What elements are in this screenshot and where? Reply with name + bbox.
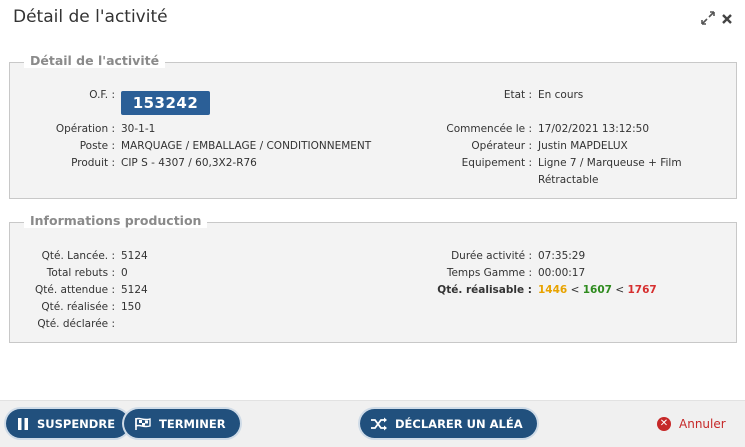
qte-realisable-min: 1446 [538, 284, 568, 296]
cancel-x-icon: ✕ [657, 417, 671, 431]
pause-icon [16, 417, 30, 431]
dialog-title: Détail de l'activité [13, 7, 168, 27]
expand-arrows-icon[interactable] [701, 10, 715, 29]
suspend-label: SUSPENDRE [37, 416, 116, 431]
etat-value: En cours [538, 89, 584, 101]
duree-value: 07:35:29 [538, 250, 586, 262]
total-rebuts-value: 0 [121, 267, 128, 279]
duree-label: Durée activité : [451, 250, 532, 262]
dialog-header: Détail de l'activité [0, 0, 745, 40]
temps-gamme-label: Temps Gamme : [446, 267, 532, 279]
qte-declaree-label: Qté. déclarée : [37, 318, 115, 330]
total-rebuts-label: Total rebuts : [46, 267, 115, 279]
of-number-badge: 153242 [121, 91, 210, 115]
etat-label: Etat : [503, 89, 532, 101]
panel-legend: Détail de l'activité [24, 53, 166, 68]
qte-realisee-value: 150 [121, 301, 142, 313]
equipement-label: Equipement : [461, 157, 532, 169]
operateur-value: Justin MAPDELUX [538, 140, 628, 152]
produit-value: CIP S - 4307 / 60,3X2-R76 [121, 157, 257, 169]
produit-label: Produit : [71, 157, 115, 169]
panel-legend: Informations production [24, 213, 208, 228]
checkered-flag-icon [134, 417, 152, 431]
qte-realisable-max: 1767 [627, 284, 657, 296]
poste-value: MARQUAGE / EMBALLAGE / CONDITIONNEMENT [121, 140, 372, 152]
close-icon[interactable] [721, 10, 733, 29]
operation-label: Opération : [55, 123, 115, 135]
activity-detail-dialog: Détail de l'activité Détail de l'activit… [0, 0, 745, 447]
temps-gamme-value: 00:00:17 [538, 267, 586, 279]
qte-realisable-label: Qté. réalisable : [437, 284, 532, 296]
lt-sign: < [615, 284, 625, 296]
shuffle-icon [370, 417, 388, 431]
finish-label: TERMINER [159, 416, 226, 431]
qte-lancee-value: 5124 [121, 250, 148, 262]
operation-value: 30-1-1 [121, 123, 156, 135]
commencee-label: Commencée le : [446, 123, 532, 135]
of-label: O.F. : [89, 89, 115, 101]
qte-attendue-value: 5124 [121, 284, 148, 296]
equipement-value-line2: Rétractable [538, 174, 599, 186]
poste-label: Poste : [79, 140, 115, 152]
dialog-footer: SUSPENDRE TERMINER DÉCLARER UN ALÉA ✕ An… [0, 400, 745, 447]
equipement-value-line1: Ligne 7 / Marqueuse + Film [538, 157, 682, 169]
qte-realisee-label: Qté. réalisée : [41, 301, 115, 313]
header-actions [701, 10, 733, 29]
qte-realisable-value: 1446 < 1607 < 1767 [538, 282, 657, 299]
production-info-panel: Informations production Qté. Lancée. : 5… [9, 213, 737, 343]
lt-sign: < [570, 284, 580, 296]
cancel-button[interactable]: ✕ Annuler [657, 417, 726, 431]
declare-hazard-button[interactable]: DÉCLARER UN ALÉA [360, 409, 537, 438]
activity-detail-panel: Détail de l'activité O.F. : 153242 Opéra… [9, 53, 737, 199]
suspend-button[interactable]: SUSPENDRE [6, 409, 130, 438]
finish-button[interactable]: TERMINER [124, 409, 240, 438]
qte-lancee-label: Qté. Lancée. : [41, 250, 115, 262]
cancel-label: Annuler [679, 417, 726, 431]
qte-realisable-mid: 1607 [582, 284, 612, 296]
qte-attendue-label: Qté. attendue : [35, 284, 115, 296]
declare-hazard-label: DÉCLARER UN ALÉA [395, 416, 523, 431]
commencee-value: 17/02/2021 13:12:50 [538, 123, 650, 135]
operateur-label: Opérateur : [471, 140, 532, 152]
